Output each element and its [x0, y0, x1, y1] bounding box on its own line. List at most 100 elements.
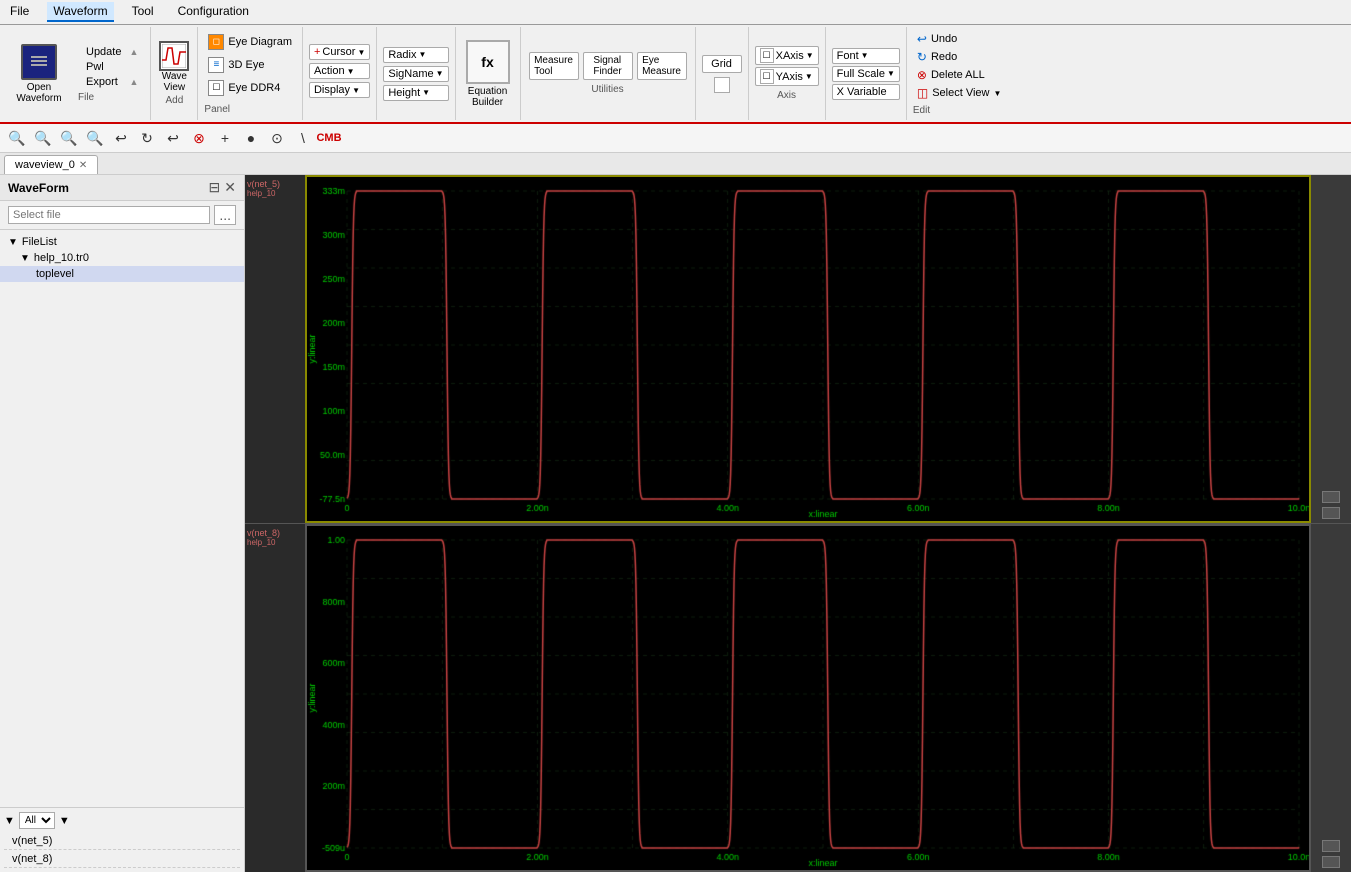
eye-ddr4-icon: ☐	[208, 80, 224, 96]
undo-btn[interactable]: ↩ Undo	[913, 31, 1006, 47]
signal-vnet5[interactable]: v(net_5)	[4, 833, 240, 850]
tab-close-icon[interactable]: ✕	[79, 160, 87, 171]
tree-filelist[interactable]: ▼ FileList	[0, 234, 244, 250]
marker-btn[interactable]: ●	[240, 127, 262, 149]
sidebar-filter: ▼ All ▼	[4, 812, 240, 829]
utilities-group: MeasureTool SignalFinder EyeMeasure Util…	[521, 27, 696, 120]
file-group-label: File	[78, 92, 146, 103]
file-pwl-btn[interactable]: Pwl	[78, 60, 146, 74]
menu-tool[interactable]: Tool	[126, 2, 160, 22]
signal-vnet8[interactable]: v(net_8)	[4, 851, 240, 868]
eye-ddr4-label: Eye DDR4	[228, 82, 280, 94]
toplevel-label: toplevel	[36, 268, 74, 280]
search-input[interactable]	[8, 206, 210, 224]
x-variable-dropdown[interactable]: X Variable	[832, 84, 900, 100]
menu-file[interactable]: File	[4, 2, 35, 22]
waveview-tab[interactable]: waveview_0 ✕	[4, 155, 98, 174]
file-export-btn[interactable]: Export ▲	[78, 75, 146, 89]
chart2-canvas[interactable]	[305, 524, 1311, 872]
search-more-btn[interactable]: ...	[214, 205, 236, 225]
panel-group: ◻ Eye Diagram ≡ 3D Eye ☐ Eye DDR4 Panel	[198, 27, 303, 120]
stop-btn[interactable]: ⊗	[188, 127, 210, 149]
chart2-scroll-right[interactable]	[1322, 856, 1340, 868]
filter-end-icon: ▼	[59, 815, 70, 827]
eye-ddr4-btn[interactable]: ☐ Eye DDR4	[204, 79, 296, 97]
signame-dropdown[interactable]: SigName ▼	[383, 66, 448, 82]
eye-measure-btn[interactable]: EyeMeasure	[637, 52, 687, 80]
filter-select[interactable]: All	[19, 812, 55, 829]
sidebar-header: WaveForm ⊟ ✕	[0, 175, 244, 201]
3d-eye-btn[interactable]: ≡ 3D Eye	[204, 56, 296, 74]
select-view-btn[interactable]: ◫ Select View ▼	[913, 85, 1006, 101]
sidebar-controls: ⊟ ✕	[209, 179, 236, 196]
sidebar-dock-icon[interactable]: ⊟	[209, 179, 221, 196]
zoom-out-btn[interactable]: 🔍	[32, 127, 54, 149]
wave-view-label: WaveView	[162, 71, 187, 93]
chart1-signal-name: v(net_5)	[247, 179, 280, 189]
secondary-toolbar: 🔍 🔍 🔍 🔍 ↩ ↻ ↩ ⊗ + ● ⊙ \ CMB	[0, 124, 1351, 153]
add-btn[interactable]: +	[214, 127, 236, 149]
filter-check-icon: ▼	[4, 815, 15, 827]
waveform-area: v(net_5) help_10 v(net_8) help_10	[245, 175, 1351, 872]
search-bar: ...	[0, 201, 244, 230]
chart1-file-name: help_10	[247, 189, 275, 198]
chart1-scroll-right[interactable]	[1322, 507, 1340, 519]
axis-group-label: Axis	[777, 90, 796, 101]
undo-label: Undo	[931, 33, 957, 45]
chart2-scroll-left[interactable]	[1322, 840, 1340, 852]
add-group-label: Add	[166, 95, 184, 106]
delete-all-btn[interactable]: ⊗ Delete ALL	[913, 67, 1006, 83]
delete-icon: ⊗	[917, 68, 927, 82]
tree-help10[interactable]: ▼ help_10.tr0	[0, 250, 244, 266]
cursor-dropdown[interactable]: + Cursor ▼	[309, 44, 370, 60]
undo-icon: ↩	[917, 32, 927, 46]
menu-configuration[interactable]: Configuration	[172, 2, 255, 22]
tree-toplevel[interactable]: toplevel	[0, 266, 244, 282]
edit-group: ↩ Undo ↻ Redo ⊗ Delete ALL ◫ Select View…	[907, 27, 1012, 120]
cmb-btn[interactable]: CMB	[318, 127, 340, 149]
wave-view-group[interactable]: WaveView Add	[151, 27, 198, 120]
chart2-file-name: help_10	[247, 538, 275, 547]
font-dropdown[interactable]: Font ▼	[832, 48, 900, 64]
zoom-in-btn[interactable]: 🔍	[6, 127, 28, 149]
main-content: WaveForm ⊟ ✕ ... ▼ FileList ▼ help_10.tr…	[0, 175, 1351, 872]
main-toolbar: OpenWaveform Update ▲ Pwl Export ▲ File …	[0, 25, 1351, 124]
help10-arrow-icon: ▼	[20, 253, 30, 264]
zoom-select-btn[interactable]: 🔍	[84, 127, 106, 149]
redo-zoom-btn[interactable]: ↻	[136, 127, 158, 149]
tab-label: waveview_0	[15, 159, 75, 171]
delete-all-label: Delete ALL	[931, 69, 985, 81]
filelist-label: FileList	[22, 236, 57, 248]
equation-builder-label: EquationBuilder	[468, 86, 507, 108]
sidebar-bottom: ▼ All ▼ v(net_5) v(net_8)	[0, 807, 244, 872]
grid-icon	[714, 77, 730, 93]
file-update-btn[interactable]: Update ▲	[78, 45, 146, 59]
redo-btn[interactable]: ↻ Redo	[913, 49, 1006, 65]
undo-zoom-btn[interactable]: ↩	[110, 127, 132, 149]
pan-btn[interactable]: ↩	[162, 127, 184, 149]
open-waveform-btn[interactable]: OpenWaveform	[4, 27, 74, 120]
sidebar-title: WaveForm	[8, 181, 69, 195]
3d-eye-icon: ≡	[208, 57, 224, 73]
signal-finder-btn[interactable]: SignalFinder	[583, 52, 633, 80]
display-dropdown[interactable]: Display ▼	[309, 82, 370, 98]
equation-builder-btn[interactable]: fx	[466, 40, 510, 84]
full-scale-dropdown[interactable]: Full Scale ▼	[832, 66, 900, 82]
action-dropdown[interactable]: Action ▼	[309, 63, 370, 79]
menu-waveform[interactable]: Waveform	[47, 2, 113, 22]
cursor-group: + Cursor ▼ Action ▼ Display ▼	[303, 27, 377, 120]
zoom-fit-btn[interactable]: 🔍	[58, 127, 80, 149]
line-btn[interactable]: \	[292, 127, 314, 149]
sidebar-close-icon[interactable]: ✕	[224, 179, 236, 196]
xaxis-dropdown[interactable]: ☐ XAxis ▼	[755, 46, 819, 65]
radix-dropdown[interactable]: Radix ▼	[383, 47, 448, 63]
grid-btn[interactable]: Grid	[702, 55, 742, 73]
height-dropdown[interactable]: Height ▼	[383, 85, 448, 101]
chart1-canvas[interactable]	[305, 175, 1311, 523]
circle-btn[interactable]: ⊙	[266, 127, 288, 149]
eye-diagram-btn[interactable]: ◻ Eye Diagram	[204, 33, 296, 51]
yaxis-dropdown[interactable]: ☐ YAxis ▼	[755, 67, 819, 86]
chart1-scroll-left[interactable]	[1322, 491, 1340, 503]
chart2-label-col: v(net_8) help_10	[245, 524, 305, 872]
measure-tool-btn[interactable]: MeasureTool	[529, 52, 579, 80]
